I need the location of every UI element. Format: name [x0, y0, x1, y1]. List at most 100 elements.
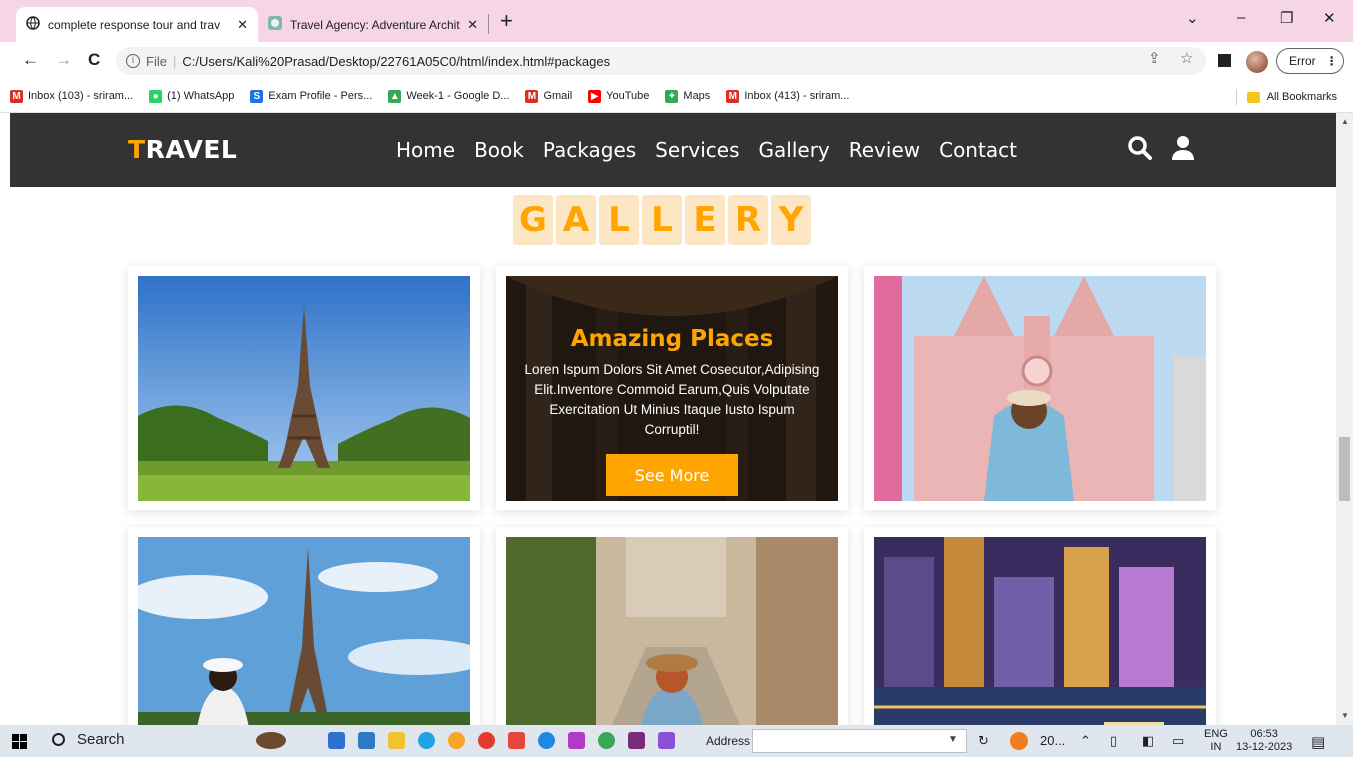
image-overlay: Amazing Places Loren Ispum Dolors Sit Am…	[506, 276, 838, 501]
windows-taskbar: Search Address ▼ ↻ 20... ⌃ ▯ ◧ ▭ ENG IN …	[0, 725, 1353, 757]
bookmark-label: Maps	[683, 90, 711, 102]
clock-date: 13-12-2023	[1236, 741, 1293, 753]
scroll-down-arrow-icon[interactable]: ▼	[1341, 711, 1349, 720]
bookmark-item[interactable]: ▲ Week-1 - Google D...	[388, 89, 510, 103]
taskbar-search-label: Search	[77, 731, 125, 748]
gallery-heading: G A L L E R Y	[513, 195, 814, 245]
minimize-icon[interactable]: –	[1237, 9, 1245, 26]
s-icon: S	[250, 89, 264, 103]
reload-icon[interactable]: C	[88, 50, 100, 70]
windows-start-icon[interactable]	[12, 734, 27, 749]
scroll-up-arrow-icon[interactable]: ▲	[1341, 117, 1349, 126]
url-scheme: File	[146, 53, 167, 69]
forward-arrow-icon[interactable]: →	[55, 50, 72, 70]
gallery-image-eiffel-traveler	[138, 537, 470, 725]
gallery-card[interactable]	[496, 527, 848, 725]
skype-icon[interactable]	[538, 732, 555, 749]
heading-letter: G	[513, 195, 553, 245]
gallery-card[interactable]	[128, 266, 480, 510]
bookmark-item[interactable]: ● (1) WhatsApp	[149, 89, 234, 103]
bookmark-label: Week-1 - Google D...	[406, 90, 510, 102]
bookmark-item[interactable]: ▶ YouTube	[588, 89, 649, 103]
nav-link-packages[interactable]: Packages	[543, 138, 636, 162]
new-tab-button[interactable]: +	[500, 9, 513, 33]
address-toolbar-input[interactable]	[752, 729, 967, 753]
task-view-icon[interactable]	[328, 732, 345, 749]
site-logo[interactable]: TRAVEL	[128, 135, 237, 164]
bookmark-item[interactable]: M Inbox (103) - sriram...	[10, 89, 133, 103]
opera-icon[interactable]	[478, 732, 495, 749]
file-explorer-icon[interactable]	[388, 732, 405, 749]
gallery-card[interactable]	[128, 527, 480, 725]
nav-link-book[interactable]: Book	[474, 138, 524, 162]
url-path: C:/Users/Kali%20Prasad/Desktop/22761A05C…	[182, 53, 611, 69]
weather-text[interactable]: 20...	[1040, 733, 1065, 748]
browser-toolbar: ← → C i File | C:/Users/Kali%20Prasad/De…	[0, 42, 1353, 80]
user-icon[interactable]	[1171, 135, 1195, 166]
lang-code: ENG	[1204, 728, 1228, 740]
network-icon[interactable]: ◧	[1142, 733, 1154, 749]
input-language[interactable]: ENG IN	[1204, 728, 1228, 754]
tab-close-icon[interactable]: ✕	[467, 17, 478, 33]
globe-icon	[26, 16, 40, 33]
volume-icon[interactable]: ▭	[1172, 733, 1184, 749]
bookmarks-divider	[1235, 89, 1237, 105]
side-panel-icon[interactable]	[1218, 54, 1231, 67]
bookmark-item[interactable]: M Inbox (413) - sriram...	[726, 89, 849, 103]
nav-link-contact[interactable]: Contact	[939, 138, 1017, 162]
nav-link-review[interactable]: Review	[849, 138, 920, 162]
scrollbar-thumb[interactable]	[1339, 437, 1350, 501]
url-divider: |	[172, 53, 177, 69]
visual-studio-icon[interactable]	[658, 732, 675, 749]
edge-icon[interactable]	[418, 732, 435, 749]
tab-list-icon[interactable]: ⌄	[1186, 9, 1199, 27]
restore-icon[interactable]: ❐	[1280, 9, 1293, 27]
close-window-icon[interactable]: ✕	[1323, 9, 1336, 27]
nav-link-gallery[interactable]: Gallery	[759, 138, 830, 162]
chevron-down-icon[interactable]: ▼	[948, 734, 958, 745]
taskbar-search[interactable]: Search	[52, 731, 125, 748]
chevron-up-icon[interactable]: ⌃	[1080, 733, 1091, 749]
page-scrollbar[interactable]: ▲ ▼	[1336, 113, 1353, 725]
share-icon[interactable]: ⇪	[1148, 49, 1161, 67]
clock[interactable]: 06:53 13-12-2023	[1236, 728, 1292, 754]
bookmark-item[interactable]: S Exam Profile - Pers...	[250, 89, 372, 103]
nav-link-services[interactable]: Services	[655, 138, 739, 162]
info-icon[interactable]: i	[126, 54, 140, 68]
error-button[interactable]: Error ⋮	[1276, 48, 1344, 74]
gallery-image-street	[506, 537, 838, 725]
site-favicon-icon	[268, 16, 282, 33]
chrome-canary-icon[interactable]	[448, 732, 465, 749]
back-arrow-icon[interactable]: ←	[22, 50, 39, 70]
nav-link-home[interactable]: Home	[396, 138, 455, 162]
kebab-menu-icon[interactable]: ⋮	[1326, 54, 1338, 68]
address-bar[interactable]: i File | C:/Users/Kali%20Prasad/Desktop/…	[116, 47, 1206, 75]
tab-close-icon[interactable]: ✕	[237, 17, 248, 33]
profile-avatar[interactable]	[1246, 51, 1268, 73]
gmail-icon: M	[525, 89, 539, 103]
chrome-icon[interactable]	[598, 732, 615, 749]
gallery-card[interactable]	[864, 527, 1216, 725]
app-icon[interactable]	[568, 732, 585, 749]
tab-inactive[interactable]: Travel Agency: Adventure Archit ✕	[258, 7, 488, 42]
search-icon[interactable]	[1127, 135, 1153, 166]
yak-widget-icon[interactable]	[256, 732, 286, 749]
gallery-card[interactable]	[864, 266, 1216, 510]
bookmark-star-icon[interactable]: ☆	[1180, 49, 1193, 67]
bookmark-item[interactable]: M Gmail	[525, 89, 572, 103]
mail-icon[interactable]	[358, 732, 375, 749]
notification-icon[interactable]: ▤	[1311, 733, 1325, 751]
all-bookmarks-button[interactable]: All Bookmarks	[1235, 89, 1337, 105]
see-more-button[interactable]: See More	[606, 454, 738, 496]
weather-icon[interactable]	[1010, 732, 1028, 750]
refresh-icon[interactable]: ↻	[978, 733, 989, 749]
app-icon[interactable]	[508, 732, 525, 749]
gallery-card-featured[interactable]: Amazing Places Loren Ispum Dolors Sit Am…	[496, 266, 848, 510]
heading-letter: Y	[771, 195, 811, 245]
gmail-icon: M	[726, 89, 740, 103]
battery-icon[interactable]: ▯	[1110, 733, 1117, 749]
app-icon[interactable]	[628, 732, 645, 749]
site-nav: Home Book Packages Services Gallery Revi…	[396, 138, 1036, 162]
bookmark-item[interactable]: ✦ Maps	[665, 89, 711, 103]
tab-active[interactable]: complete response tour and trav ✕	[16, 7, 258, 42]
